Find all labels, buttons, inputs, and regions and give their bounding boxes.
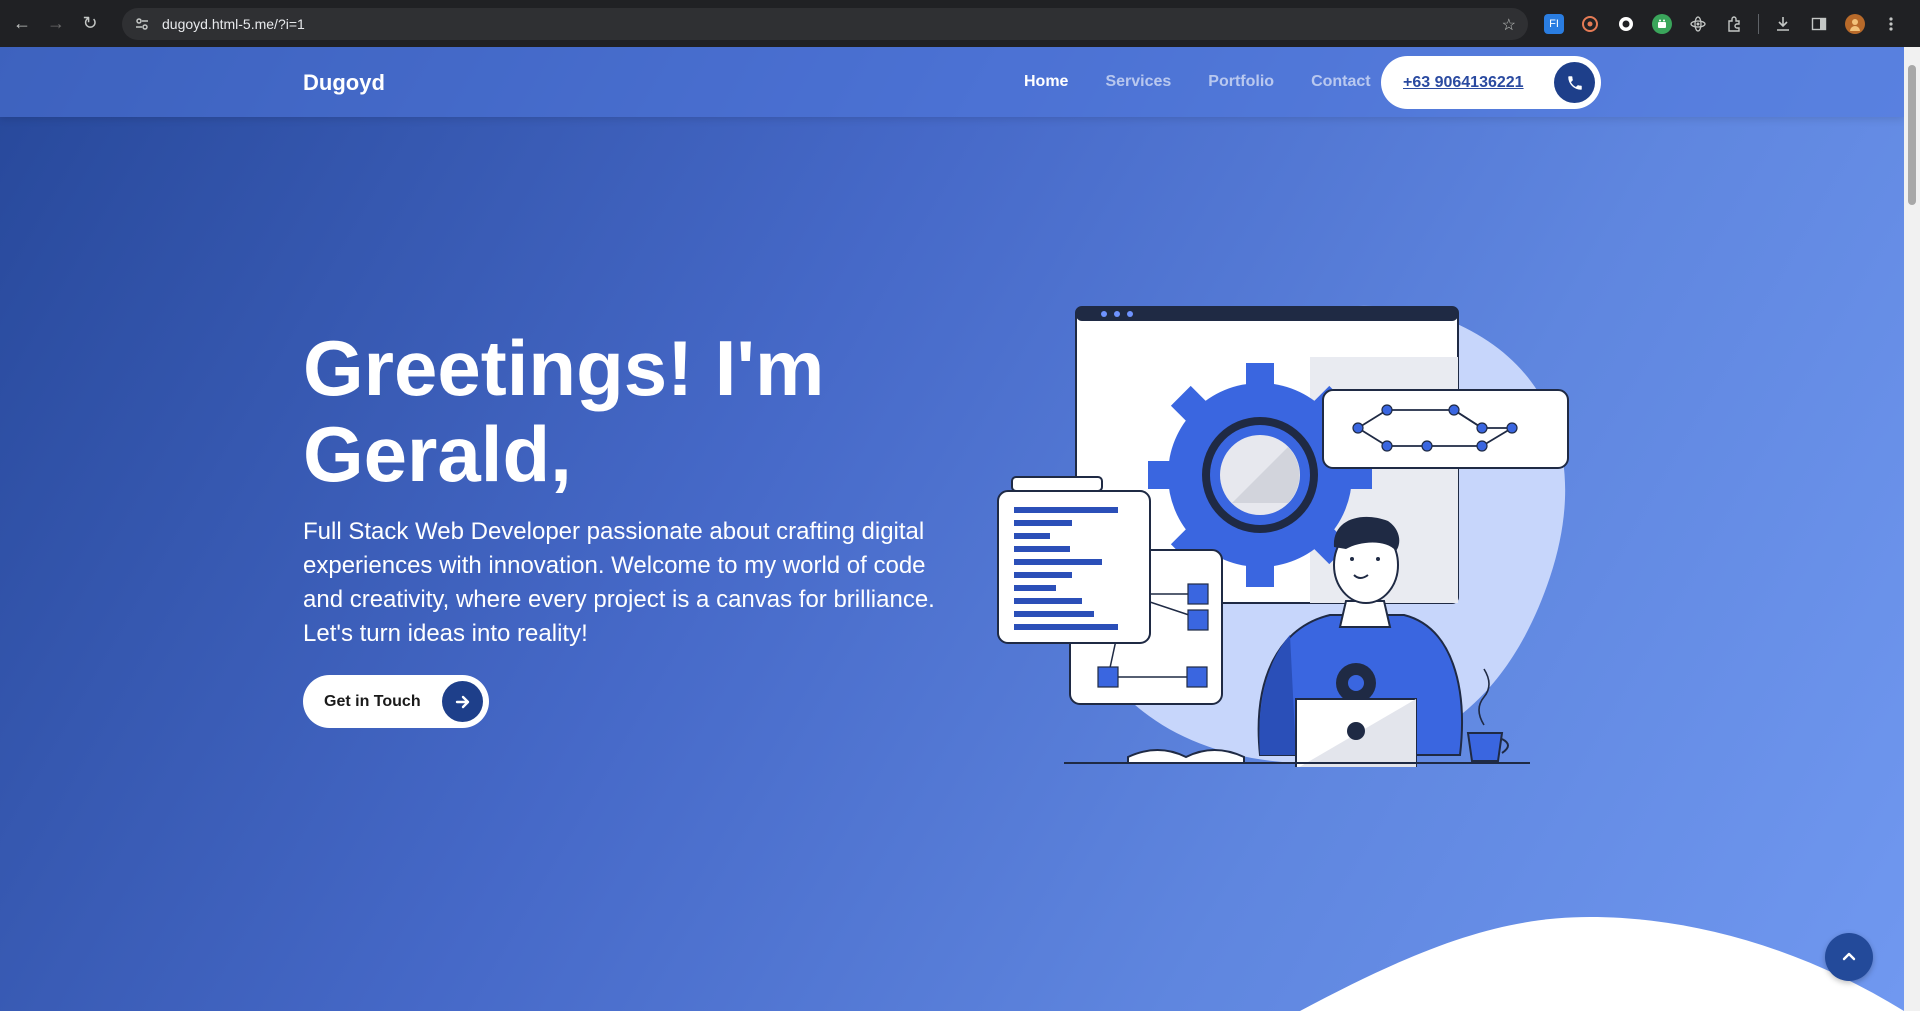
side-panel-icon[interactable] xyxy=(1809,14,1829,34)
brand-logo[interactable]: Dugoyd xyxy=(303,70,385,96)
nav-portfolio[interactable]: Portfolio xyxy=(1208,73,1274,91)
site-info-icon[interactable] xyxy=(134,16,150,32)
scroll-to-top-button[interactable] xyxy=(1825,933,1873,981)
atom-extension-icon[interactable] xyxy=(1688,14,1708,34)
url-text[interactable]: dugoyd.html-5.me/?i=1 xyxy=(162,16,305,32)
arrow-right-icon xyxy=(442,681,483,722)
nav-services[interactable]: Services xyxy=(1105,73,1171,91)
developer-illustration xyxy=(997,305,1569,767)
browser-toolbar: ← → ↻ dugoyd.html-5.me/?i=1 ☆ FI xyxy=(0,0,1920,47)
phone-icon[interactable] xyxy=(1554,62,1595,103)
main-nav: Home Services Portfolio Contact xyxy=(1024,73,1371,91)
phone-number[interactable]: +63 9064136221 xyxy=(1403,74,1524,92)
phone-button[interactable]: +63 9064136221 xyxy=(1381,56,1601,109)
menu-kebab-icon[interactable] xyxy=(1881,14,1901,34)
page-viewport: Dugoyd Home Services Portfolio Contact +… xyxy=(0,47,1904,1011)
toolbar-divider xyxy=(1758,13,1759,34)
nav-home[interactable]: Home xyxy=(1024,73,1068,91)
scrollbar-thumb[interactable] xyxy=(1908,65,1916,205)
reload-icon[interactable]: ↻ xyxy=(78,12,102,36)
get-in-touch-button[interactable]: Get in Touch xyxy=(303,675,489,728)
back-icon[interactable]: ← xyxy=(10,12,34,36)
fi-extension-icon[interactable]: FI xyxy=(1544,13,1564,34)
fi-extension-label: FI xyxy=(1549,17,1559,30)
extensions-icon[interactable] xyxy=(1724,14,1744,34)
extensions-bar: FI xyxy=(1536,0,1909,47)
puzzle-extension-icon[interactable] xyxy=(1580,14,1600,34)
nav-contact[interactable]: Contact xyxy=(1311,73,1371,91)
hero-title-line-1: Greetings! I'm xyxy=(303,324,825,412)
hero-title-line-2: Gerald, xyxy=(303,410,572,498)
address-bar[interactable]: dugoyd.html-5.me/?i=1 ☆ xyxy=(122,8,1528,40)
bookmark-star-icon[interactable]: ☆ xyxy=(1502,15,1516,35)
download-icon[interactable] xyxy=(1773,14,1793,34)
site-header: Dugoyd Home Services Portfolio Contact +… xyxy=(0,47,1904,117)
forward-icon[interactable]: → xyxy=(44,12,68,36)
circle-extension-icon[interactable] xyxy=(1616,14,1636,34)
chevron-up-icon xyxy=(1842,952,1856,961)
page-scrollbar[interactable] xyxy=(1904,47,1920,1011)
hero-description: Full Stack Web Developer passionate abou… xyxy=(303,518,935,647)
android-extension-icon[interactable] xyxy=(1652,13,1672,34)
get-in-touch-label: Get in Touch xyxy=(324,692,421,710)
hero-title: Greetings! I'm Gerald, xyxy=(303,325,1023,497)
section-wave-divider xyxy=(1300,917,1904,1011)
profile-avatar[interactable] xyxy=(1845,13,1865,34)
